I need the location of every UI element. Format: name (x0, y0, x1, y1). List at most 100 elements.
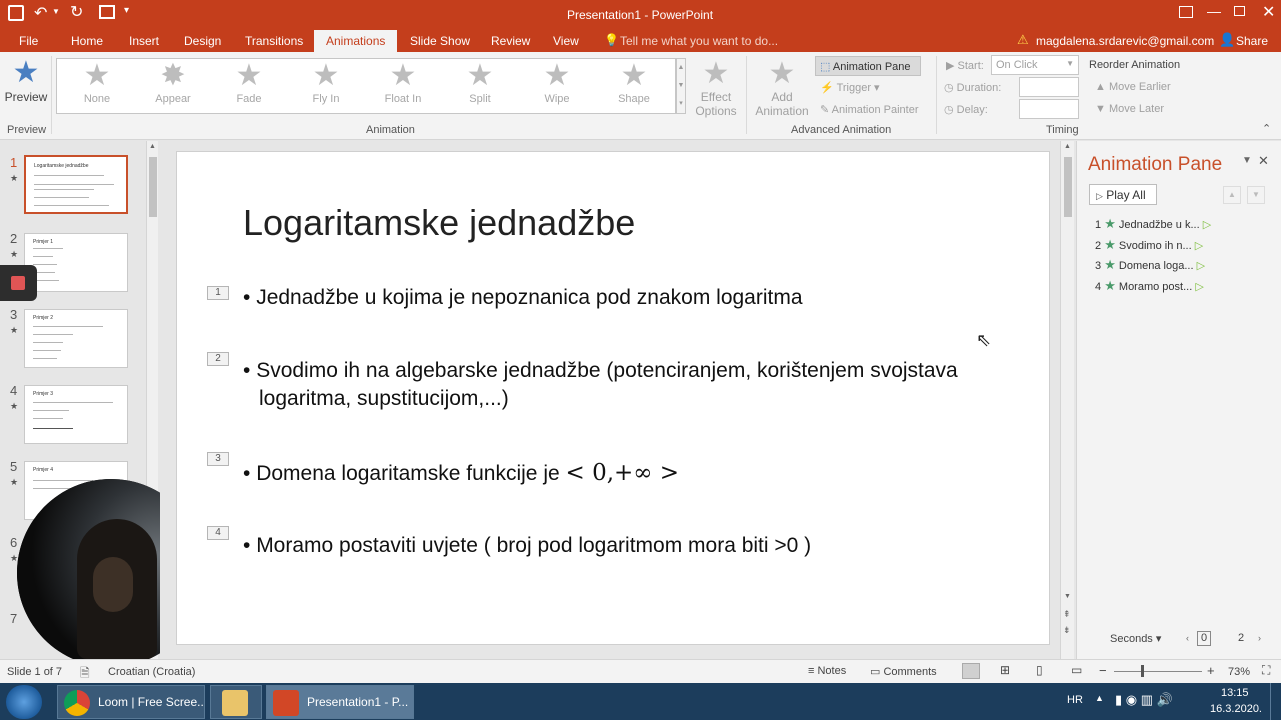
zoom-slider-thumb[interactable] (1141, 665, 1144, 677)
customize-qat-icon[interactable]: ▾ (124, 5, 129, 16)
show-hidden-icons[interactable]: ▲ (1095, 693, 1104, 703)
input-language[interactable]: HR (1067, 694, 1083, 706)
play-all-button[interactable]: ▷ Play All (1089, 184, 1157, 205)
comments-button[interactable]: ▭ Comments (870, 665, 937, 678)
effect-options-button[interactable]: ★ Effect Options (694, 58, 738, 119)
move-earlier-button[interactable]: ▲ Move Earlier (1095, 81, 1171, 93)
timing-group-label: Timing (1046, 124, 1079, 136)
gallery-shape[interactable]: ★ Shape (596, 59, 672, 115)
zoom-in-button[interactable]: + (1207, 663, 1215, 678)
minimize-button[interactable]: — (1207, 3, 1221, 19)
advanced-group-label: Advanced Animation (791, 124, 892, 136)
recording-stop-button[interactable] (0, 265, 37, 301)
tab-animations[interactable]: Animations (314, 30, 398, 52)
show-desktop-button[interactable] (1270, 683, 1281, 720)
gallery-wipe[interactable]: ★ Wipe (519, 59, 595, 115)
start-dropdown[interactable]: On Click ▼ (991, 55, 1079, 75)
slide-title[interactable]: Logaritamske jednadžbe (243, 202, 635, 244)
tab-file[interactable]: File (19, 34, 38, 48)
tell-me-box[interactable]: Tell me what you want to do... (620, 34, 778, 48)
spellcheck-icon[interactable]: 🗎 (80, 664, 90, 685)
animation-item-2[interactable]: 2 ★ Svodimo ih n... ▷ (1095, 237, 1203, 255)
gallery-appear[interactable]: ✸ Appear (135, 59, 211, 115)
start-button[interactable] (6, 685, 42, 719)
slide-show-icon[interactable]: ▭ (1071, 663, 1082, 677)
move-up-button[interactable]: ▲ (1223, 186, 1241, 204)
gallery-fly-in[interactable]: ★ Fly In (288, 59, 364, 115)
animation-pane-button[interactable]: ⬚ Animation Pane (815, 56, 921, 76)
gallery-none[interactable]: ★ None (59, 59, 135, 115)
normal-view-icon[interactable] (962, 663, 980, 679)
animation-item-4[interactable]: 4 ★ Moramo post... ▷ (1095, 278, 1204, 296)
zoom-out-button[interactable]: − (1099, 663, 1107, 678)
tab-transitions[interactable]: Transitions (245, 34, 303, 48)
thumb-number-5: 5 (10, 459, 18, 474)
tray-icons[interactable]: ▮ ◉ ▥ 🔊 (1115, 692, 1173, 708)
bullet-1[interactable]: • Jednadžbe u kojima je nepoznanica pod … (243, 284, 983, 312)
animation-painter-button[interactable]: ✎ Animation Painter (820, 103, 919, 116)
taskbar-loom-chrome[interactable]: Loom | Free Scree... (57, 685, 205, 719)
redo-icon[interactable]: ↻ (70, 2, 83, 22)
undo-icon[interactable]: ↶ (34, 3, 47, 23)
start-from-beginning-icon[interactable] (99, 5, 115, 19)
timeline-scroll-right[interactable]: › (1258, 633, 1261, 643)
delay-input[interactable] (1019, 99, 1079, 119)
pane-options-icon[interactable]: ▼ (1242, 155, 1252, 166)
tab-insert[interactable]: Insert (129, 34, 159, 48)
bullet-3[interactable]: • Domena logaritamske funkcije je < 0,+∞… (243, 459, 983, 488)
seconds-dropdown[interactable]: Seconds ▾ (1110, 632, 1161, 645)
slide-sorter-icon[interactable]: ⊞ (1000, 663, 1010, 677)
move-down-button[interactable]: ▼ (1247, 186, 1265, 204)
slide-editing-area: Logaritamske jednadžbe 1 • Jednadžbe u k… (160, 141, 1076, 659)
fit-slide-icon[interactable]: ⛶ (1262, 663, 1270, 678)
reading-view-icon[interactable]: ▯ (1036, 663, 1043, 677)
close-pane-icon[interactable]: ✕ (1258, 153, 1269, 169)
bullet-2[interactable]: • Svodimo ih na algebarske jednadžbe (po… (243, 357, 983, 413)
notes-button[interactable]: ≡ Notes (808, 665, 846, 677)
save-icon[interactable] (8, 5, 24, 21)
tab-home[interactable]: Home (71, 34, 103, 48)
clock-date[interactable]: 16.3.2020. (1210, 703, 1262, 715)
trigger-button[interactable]: ⚡ Trigger ▾ (820, 81, 880, 94)
bullet-4[interactable]: • Moramo postaviti uvjete ( broj pod log… (243, 532, 983, 560)
slide-scrollbar[interactable]: ▲ ▼ ⇞ ⇟ (1060, 141, 1074, 659)
gallery-scroll[interactable]: ▲ ▼ ▾ (676, 58, 686, 114)
gallery-split[interactable]: ★ Split (442, 59, 518, 115)
tab-review[interactable]: Review (491, 34, 530, 48)
animation-item-1[interactable]: 1 ★ Jednadžbe u k... ▷ (1095, 216, 1211, 234)
clock-time[interactable]: 13:15 (1221, 687, 1249, 699)
collapse-ribbon-icon[interactable]: ⌃ (1262, 122, 1271, 135)
slide-thumbnail-2[interactable]: Primjer 1 (24, 233, 128, 292)
preview-button[interactable]: ★ Preview (4, 56, 48, 122)
taskbar-powerpoint[interactable]: Presentation1 - P... (266, 685, 414, 719)
slide-thumbnail-4[interactable]: Primjer 3 (24, 385, 128, 444)
preview-label: Preview (4, 90, 48, 104)
restore-button[interactable] (1234, 6, 1245, 16)
zoom-slider[interactable] (1114, 671, 1202, 672)
zoom-level[interactable]: 73% (1228, 666, 1250, 678)
previous-slide-icon[interactable]: ⇞ (1063, 609, 1071, 620)
account-name[interactable]: magdalena.srdarevic@gmail.com (1036, 34, 1214, 48)
tab-view[interactable]: View (553, 34, 579, 48)
timeline-scroll-left[interactable]: ‹ (1186, 633, 1189, 643)
gallery-float-in[interactable]: ★ Float In (365, 59, 441, 115)
share-button[interactable]: Share (1236, 34, 1268, 48)
undo-dropdown-icon[interactable]: ▼ (52, 7, 60, 16)
gallery-fade[interactable]: ★ Fade (211, 59, 287, 115)
move-later-button[interactable]: ▼ Move Later (1095, 103, 1164, 115)
slide-thumbnail-1[interactable]: Logaritamske jednadžbe (24, 155, 128, 214)
fly-in-star-icon: ★ (312, 59, 340, 92)
tab-design[interactable]: Design (184, 34, 221, 48)
slide-canvas[interactable]: Logaritamske jednadžbe 1 • Jednadžbe u k… (176, 151, 1050, 645)
add-animation-button[interactable]: ★ Add Animation (752, 58, 812, 119)
animation-item-3[interactable]: 3 ★ Domena loga... ▷ (1095, 257, 1205, 275)
close-button[interactable]: ✕ (1262, 2, 1275, 22)
chevron-down-icon: ▼ (1066, 59, 1074, 68)
slide-thumbnail-3[interactable]: Primjer 2 (24, 309, 128, 368)
duration-input[interactable] (1019, 77, 1079, 97)
ribbon-display-options-icon[interactable] (1179, 6, 1193, 18)
taskbar-file-explorer[interactable] (210, 685, 262, 719)
next-slide-icon[interactable]: ⇟ (1063, 625, 1071, 636)
language-indicator[interactable]: Croatian (Croatia) (108, 666, 195, 678)
tab-slide-show[interactable]: Slide Show (410, 34, 470, 48)
